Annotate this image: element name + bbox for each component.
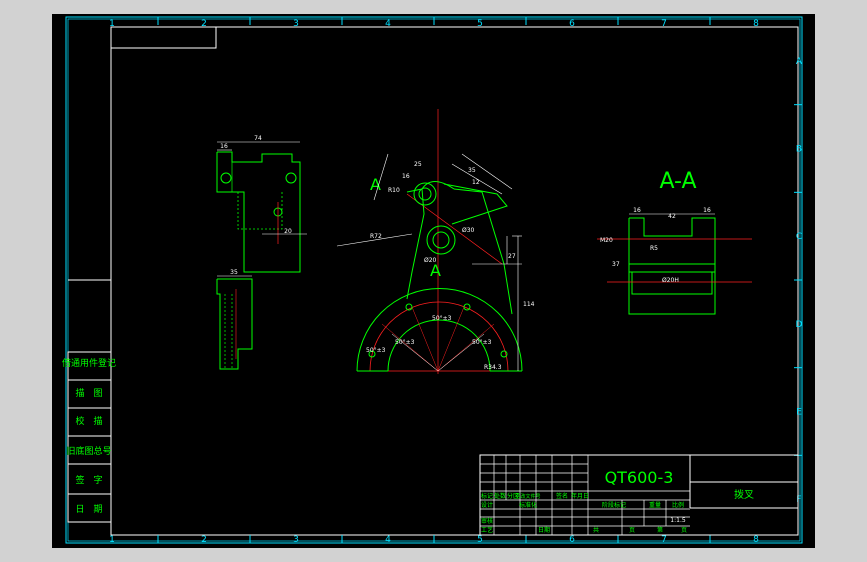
drawing-canvas[interactable]: 1122334455667788 ABCDEF 借通用件登记 描 图 校 描 旧… xyxy=(52,14,815,548)
grid-row-label: C xyxy=(796,232,802,242)
title-cell: 第 xyxy=(657,526,663,534)
dim-text: 74 xyxy=(254,135,262,142)
side-panel-item: 借通用件登记 xyxy=(62,357,116,369)
grid-column-label: 8 xyxy=(753,19,759,29)
grid-column-label: 3 xyxy=(293,535,299,545)
title-cell: 比例 xyxy=(672,501,684,509)
section-view: A-A 16 42 16 M20 R5 37 Ø20H xyxy=(597,169,752,315)
main-view: A A 25 16 R10 35 12 R72 Ø20 Ø30 27 114 5… xyxy=(336,109,535,374)
part-name: 拨叉 xyxy=(734,488,754,501)
dim-text: 35 xyxy=(468,167,476,174)
title-cell: 签名 xyxy=(556,492,568,500)
column-ticks xyxy=(157,17,711,543)
title-cell: 处数 xyxy=(494,492,506,500)
side-panel-item: 签 字 xyxy=(75,474,102,486)
dim-text: 50°±3 xyxy=(366,347,386,354)
top-view: 74 16 20 xyxy=(216,135,307,273)
dim-text: 16 xyxy=(402,173,410,180)
material-label: QT600-3 xyxy=(605,468,674,487)
grid-column-label: 2 xyxy=(201,535,207,545)
grid-column-label: 7 xyxy=(661,535,667,545)
dim-text: 12 xyxy=(472,179,480,186)
title-cell: 标记 xyxy=(481,492,493,500)
grid-column-label: 8 xyxy=(753,535,759,545)
grid-column-label: 5 xyxy=(477,535,483,545)
grid-column-label: 1 xyxy=(109,19,115,29)
grid-row-label: D xyxy=(796,320,803,330)
dim-text: 27 xyxy=(508,253,516,260)
section-title: A-A xyxy=(659,169,696,194)
title-cell: 审核 xyxy=(481,517,493,525)
scale-value: 1:1.5 xyxy=(670,517,686,524)
grid-column-label: 4 xyxy=(385,19,391,29)
grid-column-label: 6 xyxy=(569,19,575,29)
grid-row-label: B xyxy=(796,145,802,155)
dim-text: 20 xyxy=(284,228,292,235)
inner-frame xyxy=(110,26,799,536)
dim-text: Ø20 xyxy=(424,257,437,264)
dim-text: 50°±3 xyxy=(472,339,492,346)
title-cell: 阶段标记 xyxy=(602,501,626,509)
grid-column-label: 4 xyxy=(385,535,391,545)
title-cell: 标准化 xyxy=(519,501,537,509)
outer-sheet-border xyxy=(65,16,803,544)
title-cell: 年月日 xyxy=(571,492,589,500)
side-panel-item: 旧底图总号 xyxy=(66,445,111,457)
dim-text: 16 xyxy=(220,143,228,150)
title-cell: 工艺 xyxy=(481,526,493,534)
grid-row-label: F xyxy=(796,495,801,505)
cad-viewport: 1122334455667788 ABCDEF 借通用件登记 描 图 校 描 旧… xyxy=(0,0,867,562)
dim-text: R5 xyxy=(650,245,658,252)
title-cell: 页 xyxy=(629,527,635,534)
title-cell: 重量 xyxy=(649,501,661,509)
dim-text: 25 xyxy=(414,161,422,168)
grid-row-label: E xyxy=(796,408,802,418)
dim-text: 16 xyxy=(703,207,711,214)
grid-column-label: 6 xyxy=(569,535,575,545)
dim-text: M20 xyxy=(600,237,613,244)
dim-text: 114 xyxy=(523,301,535,308)
dim-text: 37 xyxy=(612,261,620,268)
grid-column-label: 2 xyxy=(201,19,207,29)
grid-column-label: 3 xyxy=(293,19,299,29)
dim-text: Ø20H xyxy=(662,277,679,284)
title-cell: 更改文件号 xyxy=(515,493,540,500)
title-cell: 日期 xyxy=(538,526,550,534)
side-panel-item: 日 期 xyxy=(75,504,102,515)
title-block: QT600-3 拨叉 1:1.5 标记 处数 分区 更改文件号 签名 年月日 设… xyxy=(479,454,799,536)
dim-text: R10 xyxy=(388,187,400,194)
dim-text: 42 xyxy=(668,213,676,220)
dim-text: Ø30 xyxy=(462,227,475,234)
dim-text: 16 xyxy=(633,207,641,214)
grid-column-label: 1 xyxy=(109,535,115,545)
dim-text: 50°±3 xyxy=(395,339,415,346)
side-panel-item: 校 描 xyxy=(75,415,102,427)
title-cell: 设计 xyxy=(481,501,493,509)
grid-column-label: 5 xyxy=(477,19,483,29)
side-panel-item: 描 图 xyxy=(75,387,102,399)
title-cell: 共 xyxy=(593,526,599,534)
side-view: 35 xyxy=(216,269,253,370)
dim-text: 35 xyxy=(230,269,238,276)
section-marker: A xyxy=(370,175,381,194)
dim-text: R72 xyxy=(370,233,382,240)
title-cell: 页 xyxy=(681,527,687,534)
dim-text: 50°±3 xyxy=(432,315,452,322)
drawing-sheet-svg: 1122334455667788 ABCDEF 借通用件登记 描 图 校 描 旧… xyxy=(62,16,803,545)
dim-text: R34.3 xyxy=(484,364,502,371)
side-panel: 借通用件登记 描 图 校 描 旧底图总号 签 字 日 期 xyxy=(62,279,116,523)
corner-box xyxy=(111,27,217,49)
grid-column-label: 7 xyxy=(661,19,667,29)
grid-row-label: A xyxy=(796,57,803,67)
